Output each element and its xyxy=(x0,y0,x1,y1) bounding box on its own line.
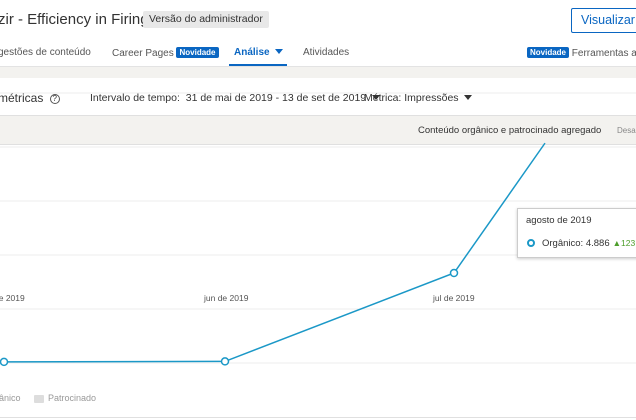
active-tab-indicator xyxy=(229,64,287,66)
tab-analytics[interactable]: Análise xyxy=(234,47,284,58)
x-tick-label: jul de 2019 xyxy=(432,293,475,303)
admin-tools-menu[interactable]: Novidade Ferramentas ad xyxy=(527,47,636,59)
x-tick-label: de 2019 xyxy=(0,293,25,303)
legend-organic[interactable]: ânico xyxy=(0,393,21,403)
tab-label: Career Pages xyxy=(112,48,174,59)
new-badge: Novidade xyxy=(176,47,219,58)
page-header: zir - Efficiency in Firing Versão do adm… xyxy=(0,0,636,40)
tab-label: Atividades xyxy=(303,47,350,58)
tooltip-series-name: Orgânico: xyxy=(542,238,584,249)
admin-nav: gestões de conteúdo Career Pages Novidad… xyxy=(0,40,636,67)
data-point[interactable] xyxy=(449,268,459,278)
legend-sponsored[interactable]: Patrocinado xyxy=(48,393,96,403)
data-point[interactable] xyxy=(220,357,230,366)
series-line-organic xyxy=(3,142,546,363)
tab-activities[interactable]: Atividades xyxy=(303,47,349,58)
tooltip-month: agosto de 2019 xyxy=(526,215,592,226)
admin-view-badge: Versão do administrador xyxy=(143,11,269,28)
chart-tooltip: agosto de 2019 Orgânico: 4.886 ▲123 xyxy=(517,208,636,258)
x-tick-label: jun de 2019 xyxy=(203,293,249,303)
tab-content-suggestions[interactable]: gestões de conteúdo xyxy=(0,47,91,58)
tab-label: Análise xyxy=(234,47,270,58)
new-badge: Novidade xyxy=(527,47,570,58)
card-divider xyxy=(0,417,636,418)
data-point[interactable] xyxy=(0,357,9,367)
series-dot-icon xyxy=(527,239,535,247)
tooltip-value: 4.886 xyxy=(585,238,610,249)
admin-tools-label: Ferramentas ad xyxy=(571,48,636,59)
tab-career-pages[interactable]: Career Pages Novidade xyxy=(112,47,219,59)
page-title: zir - Efficiency in Firing xyxy=(0,11,149,28)
view-as-member-button[interactable]: Visualizar c xyxy=(571,8,636,33)
tooltip-change: ▲123 xyxy=(612,238,636,248)
legend-sponsored-swatch xyxy=(34,395,44,403)
tooltip-series: Orgânico: 4.886 ▲123 xyxy=(542,238,635,249)
caret-down-icon xyxy=(275,49,284,54)
tab-label: gestões de conteúdo xyxy=(0,47,91,58)
